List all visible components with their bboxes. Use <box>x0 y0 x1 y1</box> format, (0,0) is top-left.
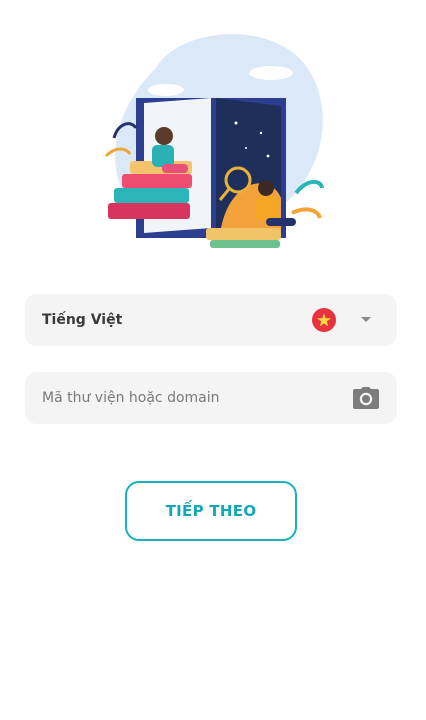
language-value: Tiếng Việt <box>42 312 123 328</box>
hero-illustration <box>96 28 332 264</box>
library-code-field[interactable] <box>25 372 397 424</box>
camera-icon[interactable] <box>352 386 380 410</box>
vietnam-flag-icon <box>312 308 336 332</box>
library-code-input[interactable] <box>42 372 332 424</box>
language-select[interactable]: Tiếng Việt <box>25 294 397 346</box>
caret-down-icon[interactable] <box>361 317 371 322</box>
next-button[interactable]: TIẾP THEO <box>125 481 297 541</box>
